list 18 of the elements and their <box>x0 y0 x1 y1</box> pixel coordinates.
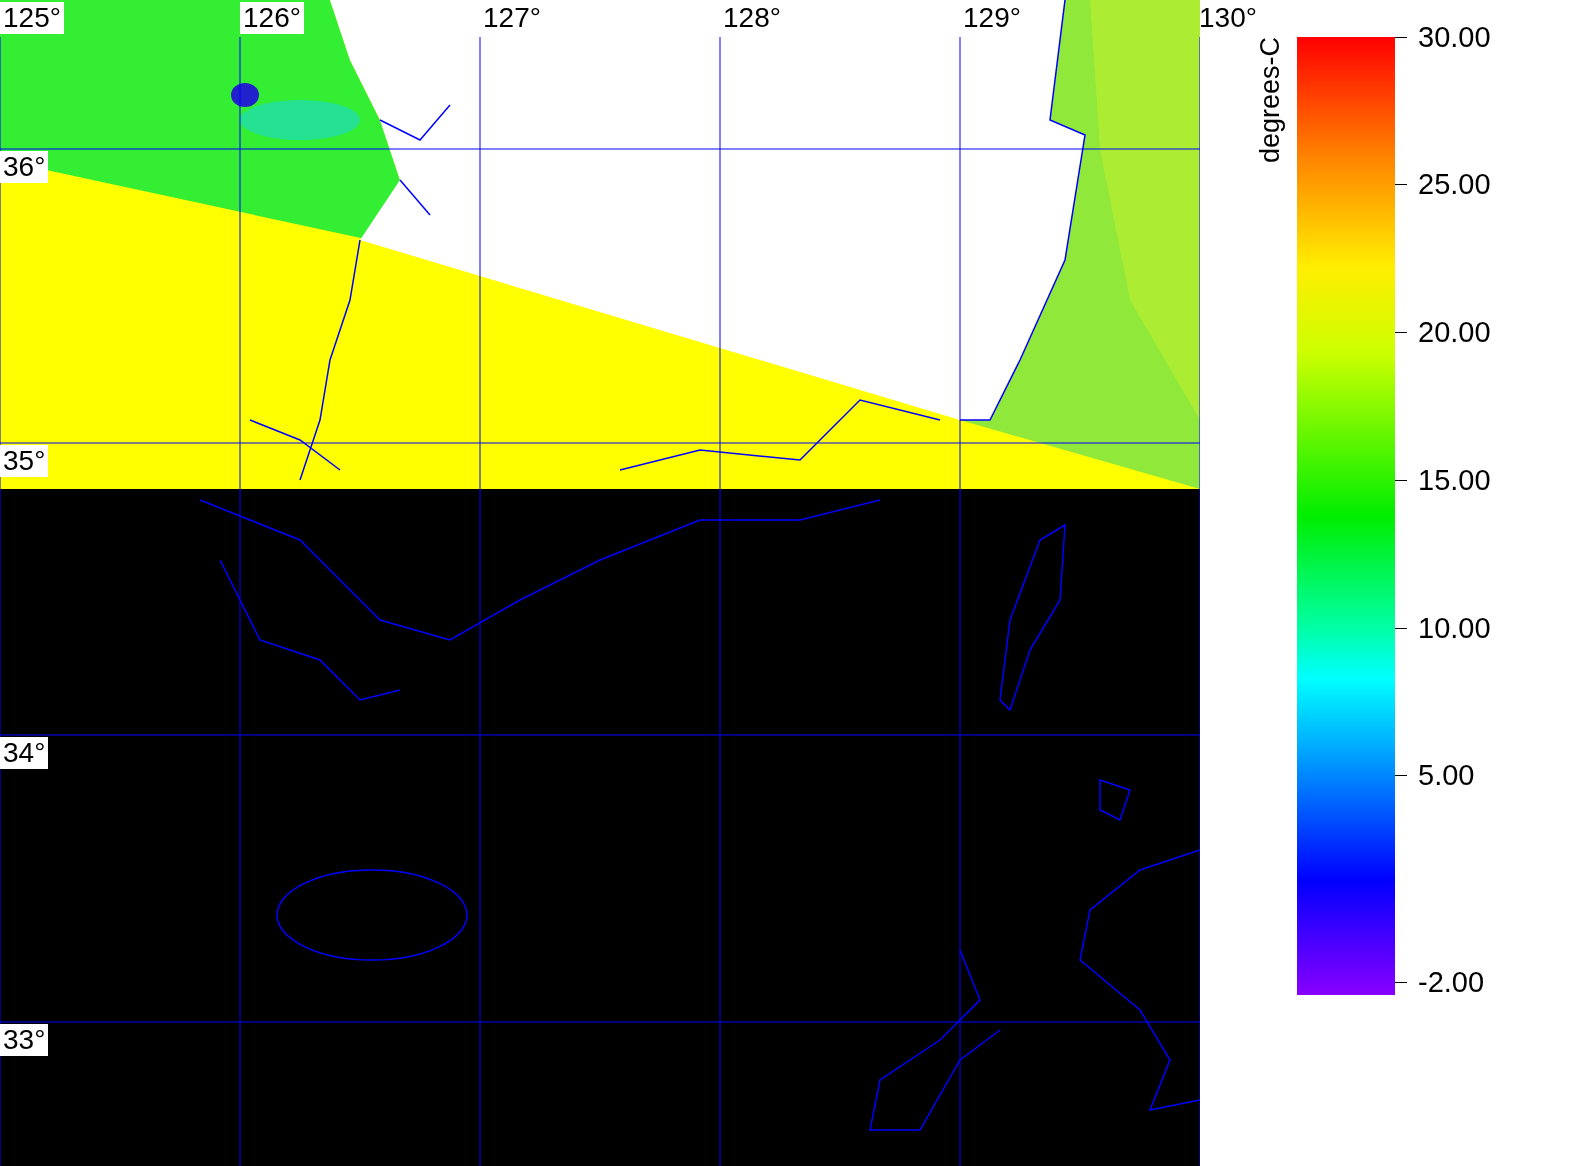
latitude-label: 35° <box>0 445 49 477</box>
longitude-label: 127° <box>482 2 542 34</box>
scale-tick-label: 5.00 <box>1418 759 1475 791</box>
latitude-label: 33° <box>0 1024 49 1056</box>
scale-tick-label: 25.00 <box>1418 168 1491 200</box>
longitude-label: 128° <box>722 2 782 34</box>
scale-tick-label: 10.00 <box>1418 612 1491 644</box>
scale-tick-label: 20.00 <box>1418 316 1491 348</box>
latitude-label: 34° <box>0 737 49 769</box>
longitude-label: 129° <box>962 2 1022 34</box>
latitude-label: 36° <box>0 151 49 183</box>
longitude-label: 126° <box>240 2 304 34</box>
scale-tick-label: -2.00 <box>1418 966 1485 998</box>
longitude-label: 125° <box>0 2 64 34</box>
unit-label: degrees-C <box>1256 37 1284 164</box>
longitude-label: 130° <box>1198 2 1258 34</box>
scale-tick-label: 30.00 <box>1418 21 1491 53</box>
scale-tick-label: 15.00 <box>1418 464 1491 496</box>
